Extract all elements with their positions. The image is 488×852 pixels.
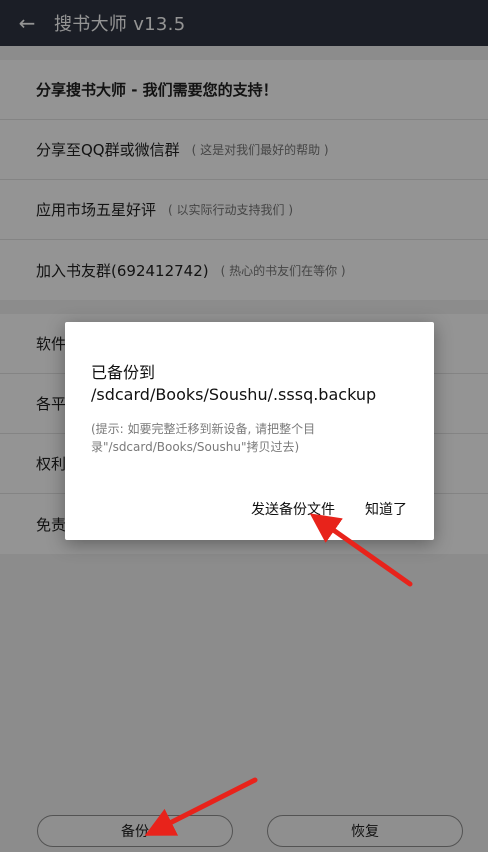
got-it-button[interactable]: 知道了	[365, 494, 407, 524]
dialog-title: 已备份到 /sdcard/Books/Soushu/.sssq.backup	[91, 363, 377, 404]
backup-done-dialog: 已备份到 /sdcard/Books/Soushu/.sssq.backup (…	[65, 322, 434, 540]
send-backup-file-button[interactable]: 发送备份文件	[251, 494, 335, 524]
dialog-hint: (提示: 如要完整迁移到新设备, 请把整个目录"/sdcard/Books/So…	[91, 422, 316, 454]
